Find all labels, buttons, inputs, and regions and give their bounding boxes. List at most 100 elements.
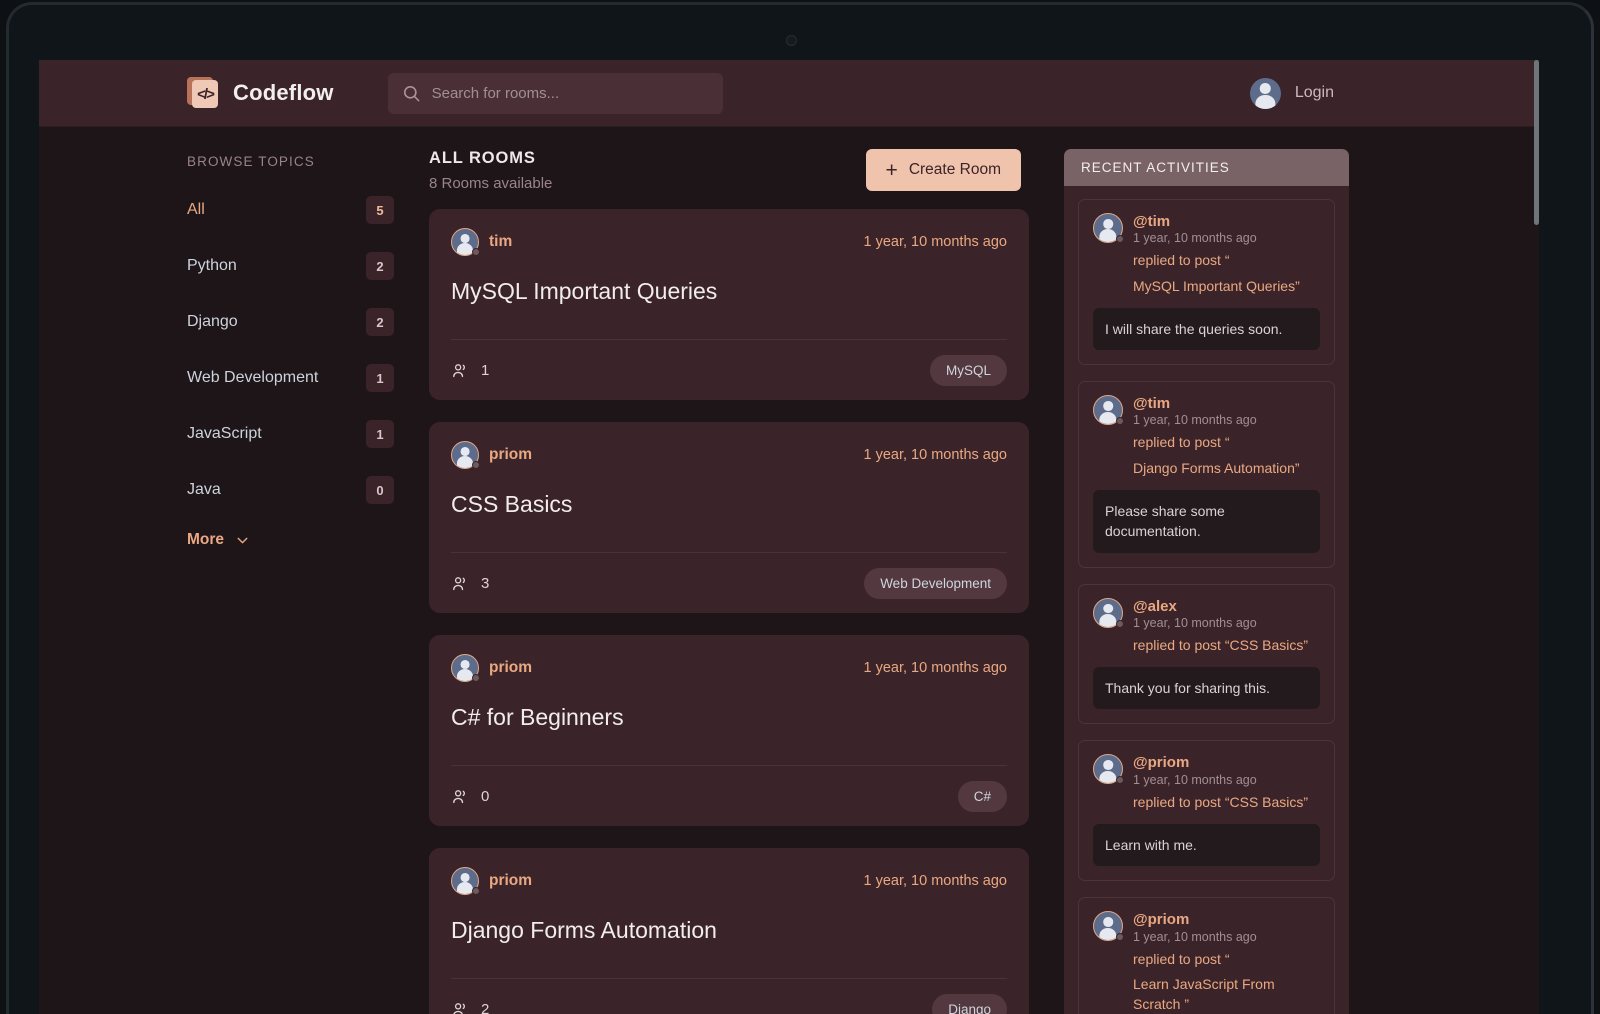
activity-action: replied to post “CSS Basics”	[1133, 636, 1309, 653]
topics-sidebar: BROWSE TOPICS All 5 Python 2 Django 2 Web Deve…	[39, 127, 429, 1014]
room-members: 1	[451, 361, 489, 380]
room-host-name: priom	[489, 446, 533, 463]
room-host[interactable]: priom	[451, 867, 532, 895]
room-host[interactable]: tim	[451, 228, 512, 256]
more-topics-button[interactable]: More	[187, 531, 429, 549]
sidebar-topic-web-development[interactable]: Web Development 1	[187, 363, 394, 393]
activity-post-title[interactable]: Learn JavaScript From Scratch ”	[1133, 974, 1320, 1014]
create-room-label: Create Room	[908, 161, 1001, 178]
room-card[interactable]: priom 1 year, 10 months ago Django Forms A…	[429, 848, 1029, 1014]
activity-list: @tim 1 year, 10 months ago replied to post…	[1064, 186, 1349, 1014]
host-avatar-wrap	[451, 228, 480, 256]
brand-name: Codeflow	[233, 80, 334, 105]
room-host[interactable]: priom	[451, 441, 532, 469]
room-host[interactable]: priom	[451, 654, 532, 682]
status-badge	[472, 674, 480, 682]
activity-username[interactable]: @tim	[1133, 213, 1320, 230]
activity-header: @tim 1 year, 10 months ago replied to post…	[1093, 395, 1320, 478]
room-card-header: priom 1 year, 10 months ago	[451, 654, 1007, 682]
room-members: 2	[451, 1000, 489, 1014]
topic-count-badge: 1	[366, 364, 394, 392]
search-box[interactable]	[387, 72, 723, 114]
page-body: BROWSE TOPICS All 5 Python 2 Django 2 Web Deve…	[39, 127, 1539, 1014]
sidebar-topic-python[interactable]: Python 2	[187, 251, 394, 281]
room-host-name: priom	[489, 872, 533, 889]
browser-viewport: </> Codeflow Login BR	[39, 60, 1539, 1014]
activity-item[interactable]: @tim 1 year, 10 months ago replied to post…	[1078, 381, 1335, 568]
room-topic-tag[interactable]: C#	[957, 780, 1007, 812]
activity-post-title[interactable]: MySQL Important Queries”	[1133, 276, 1320, 296]
activity-meta: @priom 1 year, 10 months ago replied to po…	[1133, 754, 1320, 812]
activity-username[interactable]: @priom	[1133, 911, 1320, 928]
activity-item[interactable]: @tim 1 year, 10 months ago replied to post…	[1078, 199, 1335, 366]
room-member-count: 1	[481, 361, 490, 379]
sidebar-topic-java[interactable]: Java 0	[187, 475, 394, 505]
sidebar-topic-django[interactable]: Django 2	[187, 307, 394, 337]
activity-post-title[interactable]: Django Forms Automation”	[1133, 458, 1320, 478]
room-timestamp: 1 year, 10 months ago	[863, 873, 1008, 889]
browse-topics-heading: BROWSE TOPICS	[187, 154, 315, 169]
sidebar-topic-all[interactable]: All 5	[187, 195, 394, 225]
status-badge	[1116, 417, 1124, 426]
room-card[interactable]: priom 1 year, 10 months ago C# for Beginne…	[429, 635, 1029, 826]
activity-username[interactable]: @alex	[1133, 598, 1320, 615]
scrollbar-thumb[interactable]	[1534, 60, 1539, 225]
rooms-main-column: ALL ROOMS 8 Rooms available + Create Roo…	[429, 127, 1029, 1014]
activity-action: replied to post “	[1133, 950, 1230, 967]
codeflow-logo-icon: </>	[187, 77, 219, 109]
activity-username[interactable]: @priom	[1133, 754, 1320, 771]
sidebar-topic-javascript[interactable]: JavaScript 1	[187, 419, 394, 449]
room-card-footer: 2 Django	[451, 978, 1007, 1014]
header-account-area[interactable]: Login	[1249, 77, 1334, 109]
members-icon	[453, 363, 465, 377]
status-badge	[472, 887, 480, 895]
chevron-down-icon	[237, 537, 248, 543]
room-title: MySQL Important Queries	[451, 278, 718, 304]
rooms-count-subtitle: 8 Rooms available	[429, 175, 553, 192]
brand-logo[interactable]: </> Codeflow	[187, 77, 334, 109]
topic-label: Java	[187, 481, 221, 498]
status-badge	[472, 461, 480, 469]
room-topic-tag[interactable]: Django	[932, 993, 1007, 1014]
logo-glyph: </>	[192, 80, 218, 108]
app-header: </> Codeflow Login	[39, 60, 1539, 127]
room-members: 3	[451, 574, 489, 593]
activity-header: @alex 1 year, 10 months ago replied to pos…	[1093, 597, 1320, 656]
topic-label: JavaScript	[187, 425, 262, 442]
topic-label: Web Development	[187, 369, 319, 386]
page-scrollbar[interactable]	[1534, 60, 1539, 1014]
recent-activities-heading: RECENT ACTIVITIES	[1064, 149, 1349, 186]
room-card[interactable]: tim 1 year, 10 months ago MySQL Important …	[429, 209, 1029, 400]
room-member-count: 2	[481, 1000, 490, 1014]
activity-item[interactable]: @priom 1 year, 10 months ago replied to po…	[1078, 897, 1335, 1014]
login-link[interactable]: Login	[1295, 84, 1334, 102]
room-host-name: tim	[489, 233, 513, 250]
activity-meta: @tim 1 year, 10 months ago replied to post…	[1133, 395, 1320, 478]
activity-item[interactable]: @alex 1 year, 10 months ago replied to pos…	[1078, 583, 1335, 725]
members-icon	[453, 576, 465, 590]
search-input[interactable]	[431, 84, 709, 102]
recent-activities-panel: RECENT ACTIVITIES @tim 1 year, 10 months …	[1064, 127, 1349, 1014]
room-timestamp: 1 year, 10 months ago	[863, 234, 1008, 250]
topic-count-badge: 0	[366, 476, 394, 504]
activity-message: Please share some documentation.	[1093, 489, 1320, 553]
activity-timestamp: 1 year, 10 months ago	[1133, 929, 1257, 944]
activity-item[interactable]: @priom 1 year, 10 months ago replied to po…	[1078, 740, 1335, 882]
activity-timestamp: 1 year, 10 months ago	[1133, 413, 1257, 428]
room-topic-tag[interactable]: Web Development	[864, 567, 1007, 599]
room-card-footer: 3 Web Development	[451, 552, 1007, 613]
activity-message: Thank you for sharing this.	[1093, 667, 1320, 710]
activity-username[interactable]: @tim	[1133, 395, 1320, 412]
activity-avatar-wrap	[1093, 213, 1124, 243]
create-room-button[interactable]: + Create Room	[865, 149, 1021, 191]
status-badge	[472, 248, 480, 256]
room-topic-tag[interactable]: MySQL	[929, 354, 1007, 386]
host-avatar-wrap	[451, 654, 480, 682]
members-icon	[453, 1002, 465, 1014]
topic-count-badge: 2	[366, 308, 394, 336]
room-card[interactable]: priom 1 year, 10 months ago CSS Basics 3 Web…	[429, 422, 1029, 613]
room-title: C# for Beginners	[451, 704, 624, 730]
page-title: ALL ROOMS	[429, 149, 536, 167]
activity-timestamp: 1 year, 10 months ago	[1133, 772, 1257, 787]
activity-timestamp: 1 year, 10 months ago	[1133, 615, 1257, 630]
